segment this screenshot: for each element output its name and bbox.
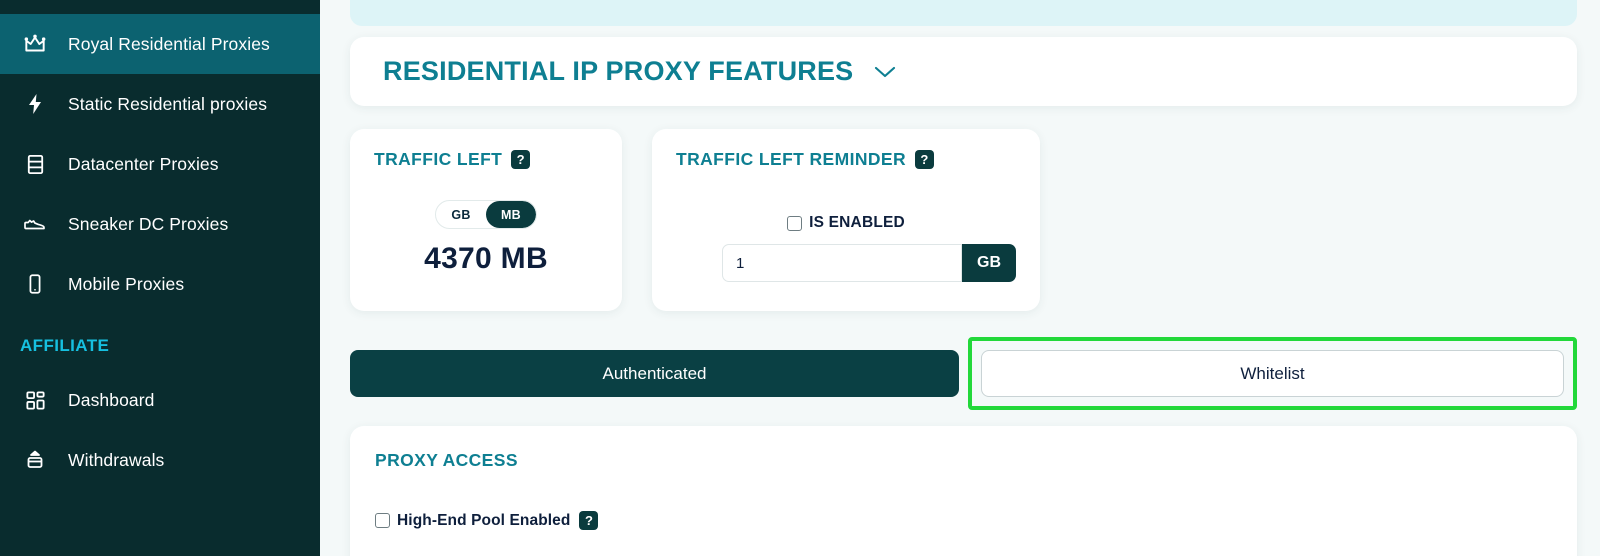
bolt-icon — [20, 89, 50, 119]
sidebar-item-label: Sneaker DC Proxies — [68, 213, 229, 234]
top-banner-strip — [350, 0, 1577, 26]
page-title: RESIDENTIAL IP PROXY FEATURES — [383, 56, 854, 86]
unit-option-mb[interactable]: MB — [486, 201, 536, 228]
crown-icon — [20, 29, 50, 59]
sidebar-item-royal-residential-proxies[interactable]: Royal Residential Proxies — [0, 14, 320, 74]
proxy-access-card: PROXY ACCESS High-End Pool Enabled ? — [350, 426, 1577, 556]
sidebar-item-mobile-proxies[interactable]: Mobile Proxies — [0, 254, 320, 314]
question-badge-icon[interactable]: ? — [579, 511, 599, 530]
chevron-down-icon[interactable] — [872, 64, 898, 80]
sidebar-item-sneaker-dc-proxies[interactable]: Sneaker DC Proxies — [0, 194, 320, 254]
traffic-left-title: TRAFFIC LEFT ? — [374, 149, 598, 170]
residential-ip-proxy-features-header[interactable]: RESIDENTIAL IP PROXY FEATURES — [350, 37, 1577, 106]
sidebar-item-dashboard[interactable]: Dashboard — [0, 370, 320, 430]
reminder-unit-addon[interactable]: GB — [962, 244, 1016, 282]
is-enabled-label: IS ENABLED — [809, 214, 905, 231]
sneaker-icon — [20, 209, 50, 239]
sidebar: Royal Residential Proxies Static Residen… — [0, 0, 320, 556]
traffic-left-card: TRAFFIC LEFT ? GB MB 4370 MB — [350, 129, 622, 311]
reminder-threshold-input[interactable] — [722, 244, 962, 282]
access-mode-tabs: Authenticated Whitelist — [350, 337, 1577, 410]
main-content: RESIDENTIAL IP PROXY FEATURES TRAFFIC LE… — [320, 0, 1600, 556]
tab-authenticated[interactable]: Authenticated — [350, 350, 959, 397]
withdraw-icon — [20, 445, 50, 475]
traffic-reminder-title-text: TRAFFIC LEFT REMINDER — [676, 149, 907, 169]
is-enabled-checkbox[interactable] — [787, 215, 803, 231]
stats-row: TRAFFIC LEFT ? GB MB 4370 MB TRAFFIC LEF… — [350, 129, 1578, 311]
sidebar-item-label: Dashboard — [68, 389, 155, 410]
question-badge-icon[interactable]: ? — [915, 150, 935, 169]
sidebar-item-datacenter-proxies[interactable]: Datacenter Proxies — [0, 134, 320, 194]
question-badge-icon[interactable]: ? — [511, 150, 531, 169]
traffic-unit-toggle[interactable]: GB MB — [435, 200, 537, 229]
sidebar-item-label: Datacenter Proxies — [68, 153, 219, 174]
high-end-pool-label: High-End Pool Enabled — [397, 511, 571, 529]
sidebar-section-affiliate: AFFILIATE — [20, 336, 110, 355]
traffic-left-value: 4370 MB — [424, 242, 548, 275]
sidebar-item-label: Static Residential proxies — [68, 93, 268, 114]
mobile-icon — [20, 269, 50, 299]
grid-icon — [20, 385, 50, 415]
reminder-input-group: GB — [722, 244, 1016, 282]
server-icon — [20, 149, 50, 179]
high-end-pool-checkbox[interactable] — [375, 513, 390, 528]
unit-option-gb[interactable]: GB — [436, 201, 486, 228]
sidebar-item-label: Royal Residential Proxies — [68, 33, 270, 54]
traffic-reminder-title: TRAFFIC LEFT REMINDER ? — [676, 149, 1016, 170]
sidebar-item-label: Withdrawals — [68, 449, 165, 470]
high-end-pool-row[interactable]: High-End Pool Enabled ? — [375, 511, 1547, 530]
proxy-access-title: PROXY ACCESS — [375, 450, 518, 470]
sidebar-item-label: Mobile Proxies — [68, 273, 185, 294]
traffic-left-reminder-card: TRAFFIC LEFT REMINDER ? IS ENABLED GB — [652, 129, 1040, 311]
tab-whitelist[interactable]: Whitelist — [981, 350, 1564, 397]
sidebar-item-static-residential-proxies[interactable]: Static Residential proxies — [0, 74, 320, 134]
is-enabled-checkbox-row[interactable]: IS ENABLED — [676, 214, 1016, 232]
whitelist-highlight-box: Whitelist — [968, 337, 1577, 410]
sidebar-item-withdrawals[interactable]: Withdrawals — [0, 430, 320, 490]
traffic-left-title-text: TRAFFIC LEFT — [374, 149, 503, 169]
